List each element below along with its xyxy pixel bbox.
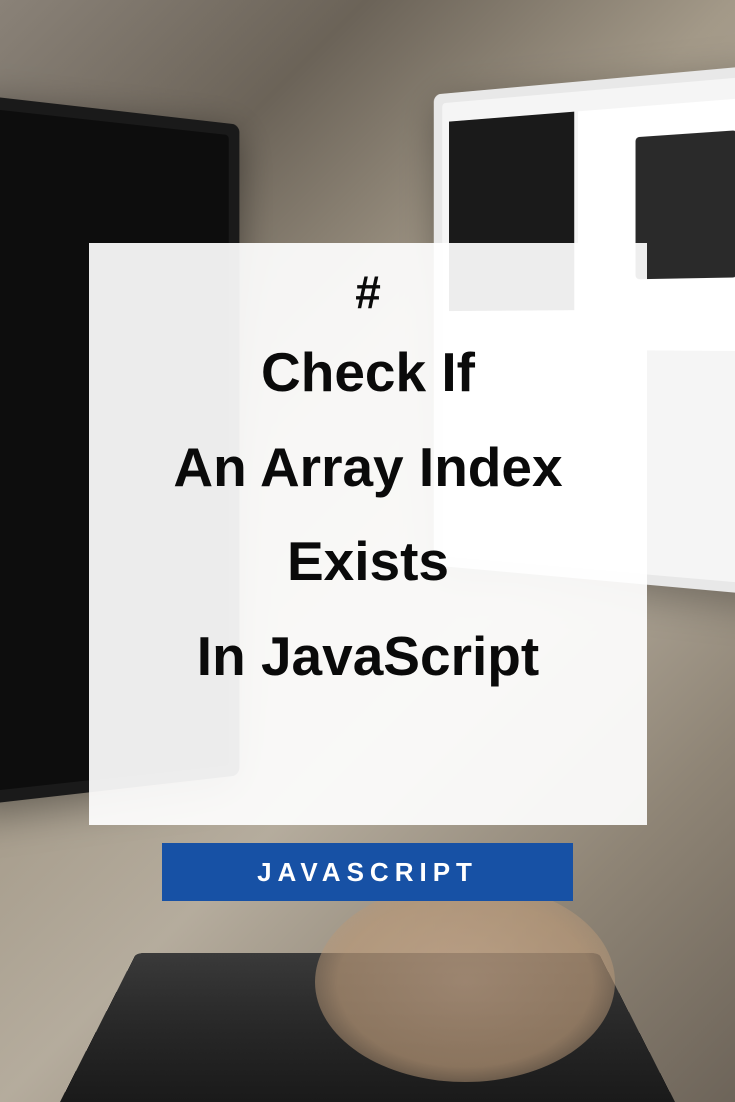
title-text: Check If An Array Index Exists In JavaSc… [173, 325, 562, 703]
title-line-1: Check If [173, 325, 562, 420]
category-tag: JAVASCRIPT [162, 843, 573, 901]
title-line-4: In JavaScript [173, 609, 562, 704]
title-card: # Check If An Array Index Exists In Java… [89, 243, 647, 825]
title-line-3: Exists [173, 514, 562, 609]
hash-symbol: # [355, 265, 381, 319]
title-line-2: An Array Index [173, 420, 562, 515]
background-hands [315, 882, 615, 1082]
category-label: JAVASCRIPT [257, 857, 478, 888]
